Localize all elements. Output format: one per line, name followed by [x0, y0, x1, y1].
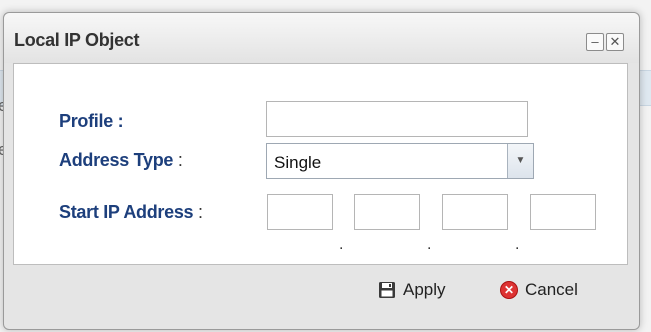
ip-dot: . [515, 236, 520, 253]
address-type-colon: : [177, 150, 183, 170]
local-ip-object-dialog: Local IP Object – ✕ Profile : Address Ty… [3, 12, 640, 330]
chevron-down-icon[interactable]: ▼ [507, 144, 533, 178]
minimize-button[interactable]: – [586, 33, 604, 51]
profile-input[interactable] [266, 101, 528, 137]
start-ip-label-text: Start IP Address [59, 202, 194, 222]
ip-dot: . [339, 236, 344, 253]
start-ip-colon: : [197, 202, 203, 222]
ip-octet-3[interactable] [442, 194, 508, 230]
cancel-label: Cancel [525, 280, 578, 299]
dialog-content: Profile : Address Type : Single ▼ Start … [13, 63, 628, 265]
close-button[interactable]: ✕ [606, 33, 624, 51]
save-icon [379, 282, 395, 298]
cancel-button[interactable]: ✕ Cancel [500, 280, 578, 300]
cancel-icon: ✕ [500, 281, 518, 299]
dialog-footer: Apply ✕ Cancel [13, 265, 626, 317]
ip-dot: . [427, 236, 432, 253]
apply-label: Apply [403, 280, 446, 299]
start-ip-label: Start IP Address : [59, 202, 203, 223]
apply-button[interactable]: Apply [378, 280, 446, 300]
address-type-label: Address Type : [59, 150, 183, 171]
address-type-value: Single [274, 153, 322, 172]
address-type-select[interactable]: Single ▼ [266, 143, 534, 179]
dialog-title: Local IP Object [14, 30, 140, 50]
ip-octet-1[interactable] [267, 194, 333, 230]
ip-octet-2[interactable] [354, 194, 420, 230]
ip-octet-4[interactable] [530, 194, 596, 230]
dialog-titlebar[interactable]: Local IP Object – ✕ [4, 13, 639, 63]
profile-label: Profile : [59, 111, 124, 131]
address-type-label-text: Address Type [59, 150, 174, 170]
